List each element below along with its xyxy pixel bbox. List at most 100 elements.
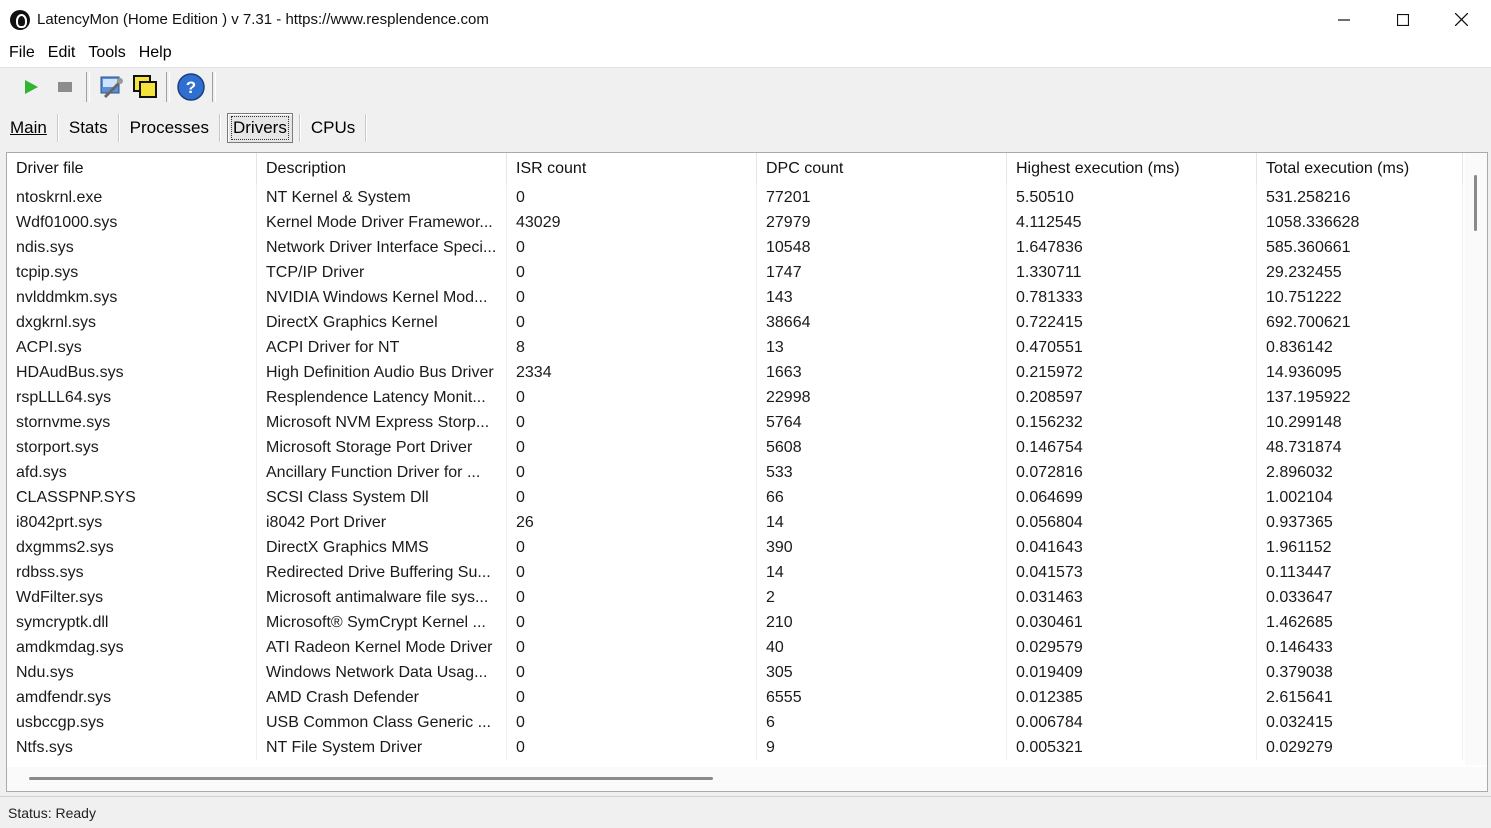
tab-main[interactable]: Main [0,113,57,143]
toolbar-separator [86,72,90,102]
table-cell: 43029 [507,210,757,235]
table-row[interactable]: dxgkrnl.sys DirectX Graphics Kernel 0 38664… [7,310,1463,335]
column-header-highest-execution[interactable]: Highest execution (ms) [1007,153,1257,185]
table-cell: 0.781333 [1007,285,1257,310]
menu-edit[interactable]: Edit [48,44,76,62]
minimize-button[interactable] [1314,0,1373,39]
vertical-scroll-thumb[interactable] [1474,175,1477,231]
maximize-button[interactable] [1373,0,1432,39]
horizontal-scroll-thumb[interactable] [29,777,713,780]
close-button[interactable] [1432,0,1491,39]
start-button[interactable] [14,70,48,104]
list-header: Driver file Description ISR count DPC co… [7,153,1463,185]
table-cell: 0 [507,435,757,460]
table-cell: Microsoft NVM Express Storp... [257,410,507,435]
table-row[interactable]: ACPI.sys ACPI Driver for NT 8 13 0.470551 0.8… [7,335,1463,360]
table-cell: 14 [757,560,1007,585]
table-cell: ACPI Driver for NT [257,335,507,360]
column-header-isr-count[interactable]: ISR count [507,153,757,185]
column-header-total-execution[interactable]: Total execution (ms) [1257,153,1463,185]
menu-tools[interactable]: Tools [88,44,125,62]
tab-stats[interactable]: Stats [59,113,118,143]
table-cell: 0 [507,235,757,260]
table-row[interactable]: amdfendr.sys AMD Crash Defender 0 6555 0.012… [7,685,1463,710]
tab-label: CPUs [310,118,356,137]
table-cell: 0 [507,710,757,735]
table-cell: 0.033647 [1257,585,1463,610]
table-cell: 0 [507,460,757,485]
table-row[interactable]: Wdf01000.sys Kernel Mode Driver Framewor.… [7,210,1463,235]
menu-bar: File Edit Tools Help [0,39,1491,68]
table-cell: 2 [757,585,1007,610]
minimize-icon [1337,18,1350,21]
table-cell: 137.195922 [1257,385,1463,410]
table-row[interactable]: afd.sys Ancillary Function Driver for ...… [7,460,1463,485]
table-cell: 0.019409 [1007,660,1257,685]
table-row[interactable]: tcpip.sys TCP/IP Driver 0 1747 1.330711 29.23… [7,260,1463,285]
window-title: LatencyMon (Home Edition ) v 7.31 - http… [37,11,489,28]
table-cell: 0.072816 [1007,460,1257,485]
toolbar-separator [166,72,170,102]
stop-button[interactable] [48,70,82,104]
table-row[interactable]: dxgmms2.sys DirectX Graphics MMS 0 390 0.041… [7,535,1463,560]
table-cell: 10.299148 [1257,410,1463,435]
table-cell: 1.002104 [1257,485,1463,510]
tools-button[interactable] [94,70,128,104]
table-cell: 585.360661 [1257,235,1463,260]
status-bar: Status: Ready [0,796,1491,828]
vertical-scrollbar[interactable] [1465,153,1487,765]
copy-button[interactable] [128,70,162,104]
table-row[interactable]: storport.sys Microsoft Storage Port Drive… [7,435,1463,460]
tab-cpus[interactable]: CPUs [301,113,365,143]
table-row[interactable]: Ndu.sys Windows Network Data Usag... 0 305 0… [7,660,1463,685]
menu-file[interactable]: File [9,44,35,62]
table-cell: DirectX Graphics Kernel [257,310,507,335]
column-header-dpc-count[interactable]: DPC count [757,153,1007,185]
table-cell: 0 [507,610,757,635]
table-row[interactable]: CLASSPNP.SYS SCSI Class System Dll 0 66 0.06… [7,485,1463,510]
table-cell: 0 [507,685,757,710]
table-cell: 0.029279 [1257,735,1463,760]
table-row[interactable]: amdkmdag.sys ATI Radeon Kernel Mode Drive… [7,635,1463,660]
table-row[interactable]: usbccgp.sys USB Common Class Generic ... 0… [7,710,1463,735]
table-cell: 533 [757,460,1007,485]
table-row[interactable]: symcryptk.dll Microsoft® SymCrypt Kernel … [7,610,1463,635]
table-row[interactable]: i8042prt.sys i8042 Port Driver 26 14 0.05680… [7,510,1463,535]
table-cell: NT Kernel & System [257,185,507,210]
table-cell: amdkmdag.sys [7,635,257,660]
table-cell: 10548 [757,235,1007,260]
table-row[interactable]: WdFilter.sys Microsoft antimalware file s… [7,585,1463,610]
table-row[interactable]: rspLLL64.sys Resplendence Latency Monit..… [7,385,1463,410]
table-cell: 27979 [757,210,1007,235]
stop-icon [58,82,72,92]
table-cell: Wdf01000.sys [7,210,257,235]
table-cell: NT File System Driver [257,735,507,760]
table-cell: Redirected Drive Buffering Su... [257,560,507,585]
table-row[interactable]: ntoskrnl.exe NT Kernel & System 0 77201 5.50… [7,185,1463,210]
copy-icon [133,75,157,98]
table-cell: rspLLL64.sys [7,385,257,410]
table-cell: 0 [507,635,757,660]
help-button[interactable]: ? [174,70,208,104]
menu-help[interactable]: Help [139,44,172,62]
table-row[interactable]: ndis.sys Network Driver Interface Speci..… [7,235,1463,260]
table-row[interactable]: rdbss.sys Redirected Drive Buffering Su..… [7,560,1463,585]
table-cell: 0.722415 [1007,310,1257,335]
table-cell: 0 [507,585,757,610]
table-cell: 390 [757,535,1007,560]
table-cell: 2334 [507,360,757,385]
list-rows: ntoskrnl.exe NT Kernel & System 0 77201 5.50… [7,185,1463,760]
column-header-driver-file[interactable]: Driver file [7,153,257,185]
tab-processes[interactable]: Processes [120,113,219,143]
horizontal-scrollbar[interactable] [7,767,1487,791]
tab-drivers[interactable]: Drivers [226,113,293,143]
table-row[interactable]: stornvme.sys Microsoft NVM Express Storp.… [7,410,1463,435]
table-row[interactable]: Ntfs.sys NT File System Driver 0 9 0.005321 0… [7,735,1463,760]
table-cell: 38664 [757,310,1007,335]
drivers-list[interactable]: Driver file Description ISR count DPC co… [6,152,1488,792]
column-header-description[interactable]: Description [257,153,507,185]
table-row[interactable]: nvlddmkm.sys NVIDIA Windows Kernel Mod...… [7,285,1463,310]
table-row[interactable]: HDAudBus.sys High Definition Audio Bus Dr… [7,360,1463,385]
table-cell: 1.462685 [1257,610,1463,635]
status-text: Status: Ready [8,804,96,821]
